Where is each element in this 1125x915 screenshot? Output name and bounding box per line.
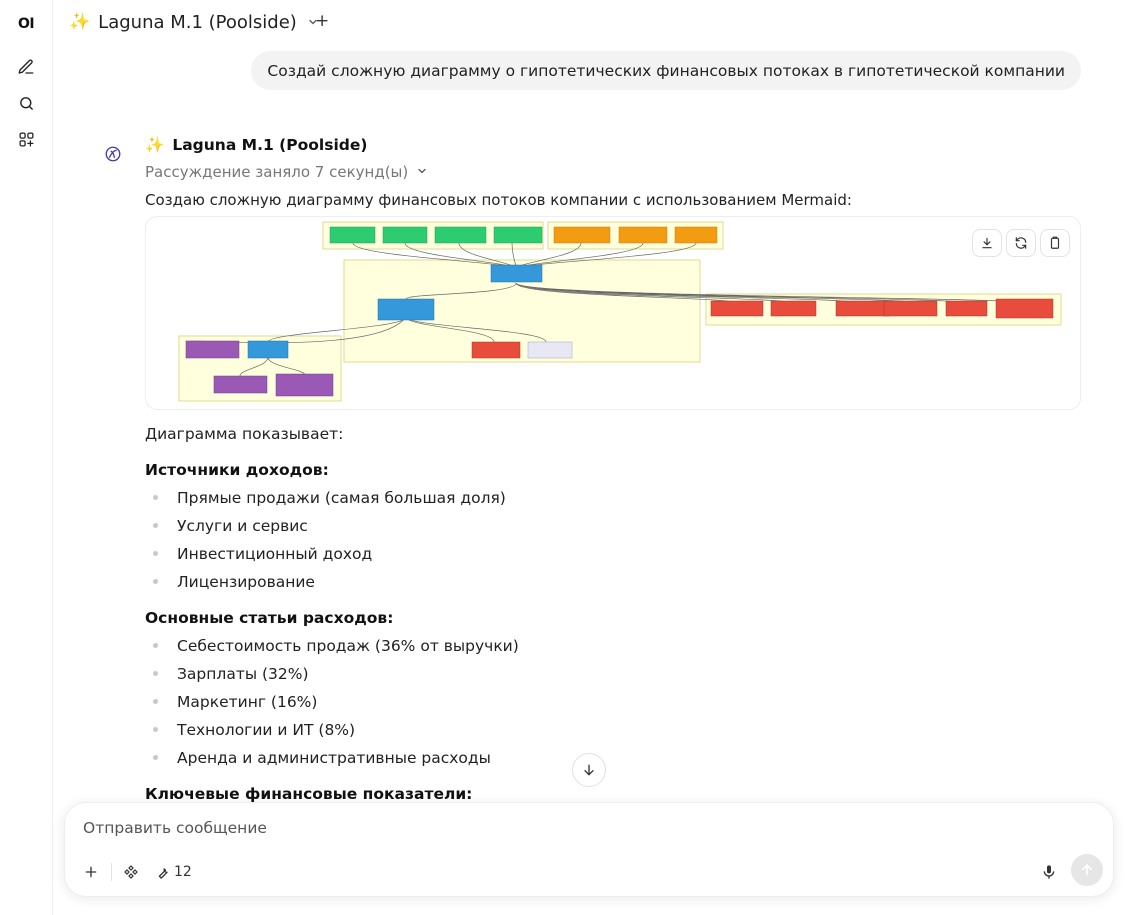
section-title-expenses: Основные статьи расходов:	[145, 609, 394, 627]
other-income-nodes	[553, 226, 718, 244]
user-message: Создай сложную диаграмму о гипотетически…	[251, 51, 1081, 90]
bullet	[153, 671, 158, 676]
send-button[interactable]	[1071, 854, 1103, 886]
list-item: Технологии и ИТ (8%)	[177, 721, 356, 739]
download-button[interactable]	[972, 229, 1002, 257]
message-input[interactable]	[83, 819, 983, 837]
bullet	[153, 523, 158, 528]
fund-node	[185, 340, 240, 359]
thinking-label: Рассуждение заняло 7 секунд(ы)	[145, 163, 409, 181]
workspace-icon[interactable]	[13, 126, 39, 152]
list-item: Аренда и административные расходы	[177, 749, 491, 767]
section-title-income: Источники доходов:	[145, 461, 329, 479]
bullet	[153, 727, 158, 732]
add-model-button[interactable]: +	[315, 11, 329, 31]
thinking-toggle[interactable]: Рассуждение заняло 7 секунд(ы)	[145, 163, 428, 181]
diagram-shows: Диаграмма показывает:	[145, 425, 344, 443]
sidebar-rail: OI	[0, 0, 53, 915]
assistant-avatar-icon	[104, 145, 122, 163]
new-chat-icon[interactable]	[13, 54, 39, 80]
integrations-button[interactable]	[123, 861, 139, 883]
bullet	[153, 755, 158, 760]
app-logo[interactable]: OI	[13, 11, 39, 37]
list-item: Прямые продажи (самая большая доля)	[177, 489, 506, 507]
bullet	[153, 699, 158, 704]
refresh-button[interactable]	[1006, 229, 1036, 257]
microphone-button[interactable]	[1041, 861, 1057, 883]
sparkles-icon: ✨	[69, 12, 91, 32]
section-title-metrics: Ключевые финансовые показатели:	[145, 785, 473, 803]
divider	[111, 863, 112, 881]
chevron-down-icon	[416, 163, 428, 181]
list-item: Зарплаты (32%)	[177, 665, 309, 683]
tools-button[interactable]: 12	[155, 861, 192, 883]
list-item: Инвестиционный доход	[177, 545, 373, 563]
diagram-canvas	[178, 221, 1062, 402]
bullet	[153, 495, 158, 500]
bullet	[153, 579, 158, 584]
bullet	[153, 551, 158, 556]
dividends-node	[213, 375, 268, 394]
top-bar: ✨ Laguna M.1 (Poolside) +	[53, 0, 1125, 44]
bullet	[153, 643, 158, 648]
expense-nodes	[710, 298, 1054, 319]
interest-node	[471, 341, 521, 359]
list-item: Маркетинг (16%)	[177, 693, 318, 711]
assistant-intro: Создаю сложную диаграмму финансовых пото…	[145, 191, 852, 209]
retained-node	[247, 340, 289, 359]
add-attachment-button[interactable]	[83, 861, 99, 883]
list-item: Услуги и сервис	[177, 517, 308, 535]
revenue-node	[490, 264, 543, 283]
model-name: Laguna M.1 (Poolside)	[98, 11, 297, 33]
sparkles-icon: ✨	[145, 136, 165, 154]
income-nodes	[329, 226, 543, 244]
assistant-name-label: Laguna M.1 (Poolside)	[172, 136, 368, 154]
list-item: Лицензирование	[177, 573, 315, 591]
reinvest-node	[275, 373, 334, 397]
search-icon[interactable]	[13, 90, 39, 116]
scroll-down-button[interactable]	[572, 753, 606, 787]
tax-node	[527, 341, 573, 359]
model-selector[interactable]: ✨ Laguna M.1 (Poolside)	[69, 8, 319, 36]
tools-count: 12	[174, 864, 192, 880]
mermaid-diagram	[145, 216, 1081, 410]
copy-button[interactable]	[1040, 229, 1070, 257]
message-composer: 12	[64, 802, 1114, 897]
list-item: Себестоимость продаж (36% от выручки)	[177, 637, 519, 655]
assistant-name: ✨ Laguna M.1 (Poolside)	[145, 136, 367, 154]
net-profit-node	[377, 298, 435, 321]
